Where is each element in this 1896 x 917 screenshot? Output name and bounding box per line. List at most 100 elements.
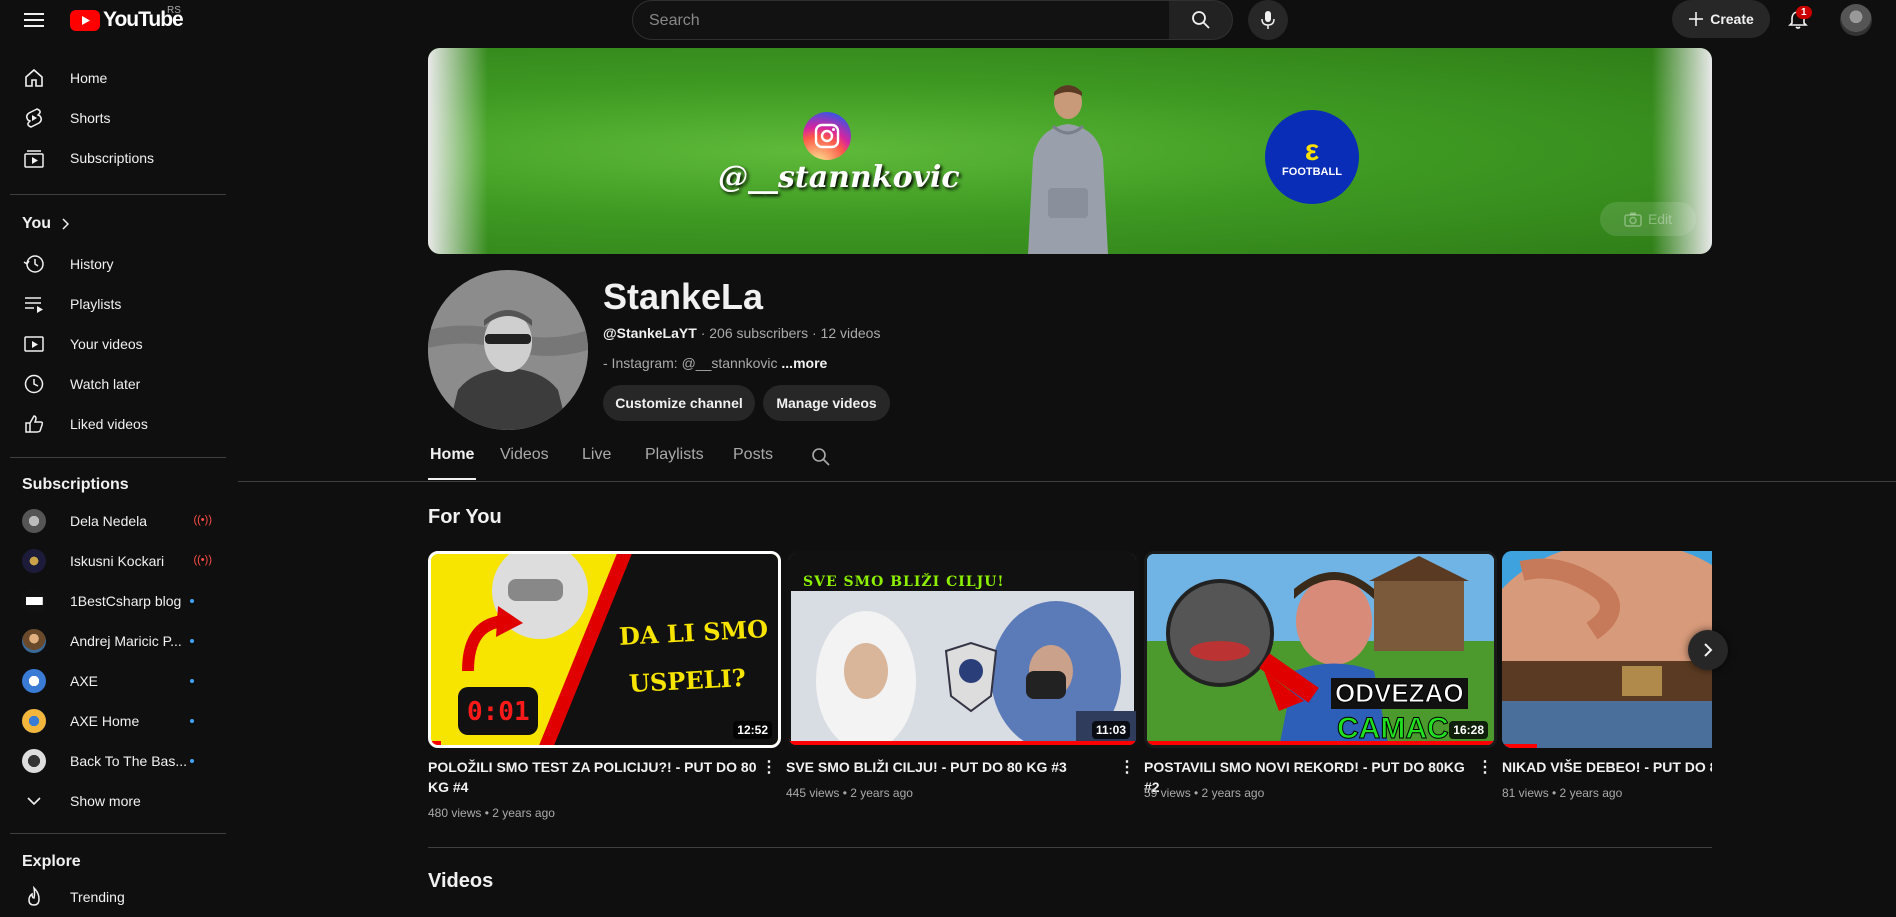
tab-home[interactable]: Home [430,446,474,464]
subscription-item[interactable]: Andrej Maricic P... [10,621,226,661]
sidebar-item-playlists[interactable]: Playlists [10,284,226,324]
video-title[interactable]: NIKAD VIŠE DEBEO! - PUT DO 80KG [1502,757,1712,777]
sidebar-item-liked-videos[interactable]: Liked videos [10,404,226,444]
section-divider [428,847,1712,848]
thumbnail-text: SVE SMO BLIŽI CILJU! [803,574,1005,590]
carousel-next-button[interactable] [1688,630,1728,670]
subscription-item[interactable]: Dela Nedela ((•)) [10,501,226,541]
sidebar-item-label: Liked videos [70,416,148,432]
search-placeholder: Search [649,12,700,29]
video-thumbnail[interactable]: SVE SMO BLIŽI CILJU! 11:03 [786,551,1139,748]
timer-text: 0:01 [467,697,530,727]
video-meta: 59 views • 2 years ago [1144,786,1265,800]
sidebar: Home Shorts Subscriptions You History Pl… [0,56,228,906]
channel-avatar [22,549,46,573]
thumbnail-art [1502,551,1712,748]
subscription-item[interactable]: Iskusni Kockari ((•)) [10,541,226,581]
show-more-button[interactable]: Show more [10,781,226,821]
create-button[interactable]: Create [1672,0,1770,38]
explore-heading: Explore [22,853,81,870]
video-card[interactable]: ODVEZAO CAMAC 16:28 POSTAVILI SMO NOVI R… [1144,551,1497,800]
sidebar-divider [10,457,226,458]
video-duration: 12:52 [733,721,772,739]
notification-badge: 1 [1796,6,1812,19]
sidebar-item-shorts[interactable]: Shorts [10,98,226,138]
search-icon[interactable] [811,447,831,467]
youtube-logo[interactable]: YouTube [70,8,184,32]
home-icon [25,68,43,87]
channel-banner: @__stannkovic ε FOOTBALL Edit [428,48,1712,254]
sidebar-item-your-videos[interactable]: Your videos [10,324,226,364]
active-tab-indicator [428,478,476,480]
create-label: Create [1710,11,1754,27]
meta-separator: · [811,325,821,341]
video-title[interactable]: SVE SMO BLIŽI CILJU! - PUT DO 80 KG #3 [786,757,1116,777]
tab-playlists[interactable]: Playlists [645,446,704,464]
search-button[interactable] [1169,0,1233,40]
subscription-item[interactable]: Back To The Bas... [10,741,226,781]
subscription-item[interactable]: 1BestCsharp blog [10,581,226,621]
channel-avatar [22,589,46,613]
channel-avatar [22,669,46,693]
youtube-play-icon [70,9,100,31]
liked-videos-icon [25,415,44,433]
tab-videos[interactable]: Videos [500,446,549,464]
microphone-icon [1261,11,1275,29]
camera-icon [1624,212,1642,227]
more-options-icon[interactable]: ⋮ [1477,757,1493,777]
meta-separator: · [700,325,710,341]
account-avatar[interactable] [1840,4,1872,36]
thumbnail-text: USPELI? [628,662,747,699]
new-content-dot [190,719,194,723]
customize-channel-button[interactable]: Customize channel [603,385,755,421]
sidebar-item-label: Home [70,70,108,86]
playlists-icon [25,297,43,313]
sidebar-item-home[interactable]: Home [10,58,226,98]
video-meta: 81 views • 2 years ago [1502,786,1623,800]
subscriptions-icon [24,150,44,168]
watch-progress-bar [789,741,1136,745]
voice-search-button[interactable] [1248,0,1288,40]
banner-edit-button[interactable]: Edit [1600,202,1696,236]
channel-avatar-large[interactable] [428,270,588,430]
live-icon: ((•)) [193,554,212,566]
edit-label: Edit [1647,211,1673,227]
banner-person-image [1028,85,1108,254]
video-thumbnail[interactable]: ODVEZAO CAMAC 16:28 [1144,551,1497,748]
video-card[interactable]: DA LI SMO USPELI? 0:01 12:52 POLOŽILI SM… [428,551,781,820]
guide-menu-button[interactable] [14,6,54,34]
sidebar-item-label: Your videos [70,336,143,352]
sidebar-item-label: Shorts [70,110,111,126]
sidebar-item-history[interactable]: History [10,244,226,284]
video-card[interactable]: SVE SMO BLIŽI CILJU! 11:03 SVE SMO BLIŽI… [786,551,1139,800]
search-input[interactable]: Search [632,0,1170,40]
video-thumbnail[interactable]: DA LI SMO USPELI? 0:01 12:52 [428,551,781,748]
chevron-right-icon [1704,643,1713,657]
manage-videos-button[interactable]: Manage videos [763,385,890,421]
more-options-icon[interactable]: ⋮ [761,757,777,777]
sidebar-you-heading[interactable]: You [10,204,226,244]
subscription-label: Dela Nedela [70,513,148,529]
shorts-icon [25,108,43,128]
tab-posts[interactable]: Posts [733,446,773,464]
channel-description[interactable]: - Instagram: @__stannkovic ...more [603,355,827,371]
for-you-heading: For You [428,506,502,528]
subscription-label: AXE [70,673,99,689]
channel-meta: @StankeLaYT · 206 subscribers · 12 video… [603,325,880,341]
video-card[interactable]: NIKAD VIŠE DEBEO! - PUT DO 80KG 81 views… [1502,551,1712,811]
video-thumbnail[interactable] [1502,551,1712,748]
top-bar: YouTube RS Search Create 1 [0,0,1896,40]
sidebar-item-subscriptions[interactable]: Subscriptions [10,138,226,178]
new-content-dot [190,759,194,763]
history-icon [23,255,44,273]
sidebar-item-watch-later[interactable]: Watch later [10,364,226,404]
video-title[interactable]: POLOŽILI SMO TEST ZA POLICIJU?! - PUT DO… [428,757,758,797]
tab-live[interactable]: Live [582,446,611,464]
channel-avatar [22,749,46,773]
more-options-icon[interactable]: ⋮ [1119,757,1135,777]
subscription-item[interactable]: AXE Home [10,701,226,741]
subscription-item[interactable]: AXE [10,661,226,701]
sidebar-item-trending[interactable]: Trending [10,877,226,917]
more-link[interactable]: ...more [781,355,827,371]
instagram-icon [803,112,851,160]
